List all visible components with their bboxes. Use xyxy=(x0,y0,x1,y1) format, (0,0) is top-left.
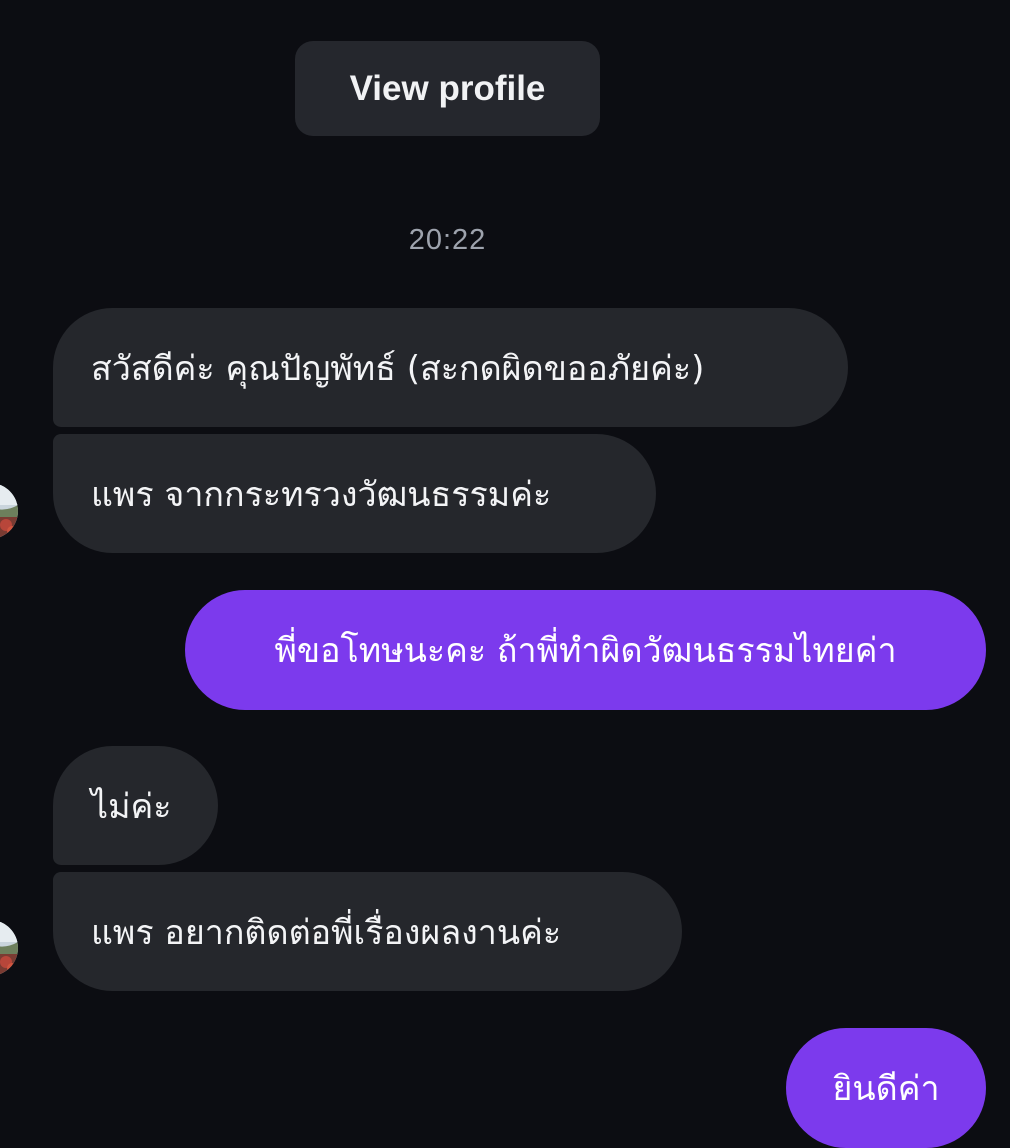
message-bubble-incoming[interactable]: แพร จากกระทรวงวัฒนธรรมค่ะ xyxy=(53,434,656,553)
contact-avatar[interactable] xyxy=(0,483,18,539)
message-bubble-outgoing[interactable]: ยินดีค่า xyxy=(786,1028,986,1148)
avatar-image xyxy=(0,483,18,539)
message-text: พี่ขอโทษนะคะ ถ้าพี่ทำผิดวัฒนธรรมไทยค่า xyxy=(274,631,897,671)
message-bubble-incoming[interactable]: สวัสดีค่ะ คุณปัญพัทธ์ (สะกดผิดขออภัยค่ะ) xyxy=(53,308,848,427)
message-text: ไม่ค่ะ xyxy=(91,786,172,827)
message-bubble-outgoing[interactable]: พี่ขอโทษนะคะ ถ้าพี่ทำผิดวัฒนธรรมไทยค่า xyxy=(185,590,986,710)
message-timestamp: 20:22 xyxy=(408,224,487,256)
view-profile-button[interactable]: View profile xyxy=(295,41,600,136)
message-text: แพร อยากติดต่อพี่เรื่องผลงานค่ะ xyxy=(91,912,562,953)
message-text: สวัสดีค่ะ คุณปัญพัทธ์ (สะกดผิดขออภัยค่ะ) xyxy=(91,348,705,389)
message-text: แพร จากกระทรวงวัฒนธรรมค่ะ xyxy=(91,474,552,515)
message-bubble-incoming[interactable]: ไม่ค่ะ xyxy=(53,746,218,865)
contact-avatar[interactable] xyxy=(0,920,18,976)
message-bubble-incoming[interactable]: แพร อยากติดต่อพี่เรื่องผลงานค่ะ xyxy=(53,872,682,991)
avatar-image xyxy=(0,920,18,976)
message-text: ยินดีค่า xyxy=(832,1069,940,1109)
